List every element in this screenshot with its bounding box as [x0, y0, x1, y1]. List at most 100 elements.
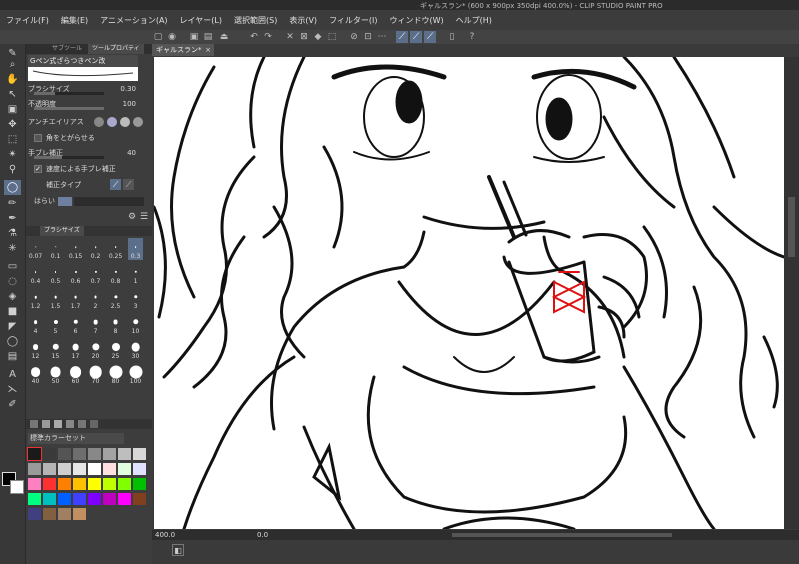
- similar-color-icon[interactable]: [78, 420, 86, 428]
- show-selection-icon[interactable]: ⋯: [376, 31, 388, 43]
- hand-tool-icon[interactable]: ✋: [4, 72, 21, 87]
- brush-size-option[interactable]: 1.7: [68, 288, 83, 310]
- color-swatch[interactable]: [28, 508, 41, 520]
- snap-ruler-icon[interactable]: ⟋: [396, 31, 408, 43]
- color-swatch[interactable]: [88, 478, 101, 490]
- menu-layer[interactable]: レイヤー(L): [180, 15, 222, 26]
- sweep-row[interactable]: はらい: [28, 195, 150, 207]
- brush-size-option[interactable]: 0.4: [28, 263, 43, 285]
- sweep-options[interactable]: [74, 197, 144, 206]
- color-swatch[interactable]: [88, 493, 101, 505]
- eyedropper-icon[interactable]: ⚲: [4, 162, 21, 177]
- open-icon[interactable]: ◉: [166, 31, 178, 43]
- color-swatch[interactable]: [58, 448, 71, 460]
- pen-tool-icon[interactable]: ◯: [4, 180, 21, 195]
- color-swatch[interactable]: [43, 478, 56, 490]
- figure-tool-icon[interactable]: ◤: [4, 319, 21, 334]
- color-swatch[interactable]: [43, 493, 56, 505]
- brush-size-option[interactable]: 40: [28, 363, 43, 385]
- settings-gear-icon[interactable]: ⚙: [128, 212, 138, 222]
- brush-size-option[interactable]: 0.8: [108, 263, 123, 285]
- transform-icon[interactable]: ⬚: [326, 31, 338, 43]
- angle-value[interactable]: 0.0: [257, 531, 268, 539]
- brush-size-option[interactable]: 15: [48, 338, 63, 360]
- brush-size-option[interactable]: 0.2: [88, 238, 103, 260]
- correction-type-b-icon[interactable]: ⟋: [123, 179, 134, 190]
- color-history-icon[interactable]: [90, 420, 98, 428]
- snap-grid-icon[interactable]: ⟋: [424, 31, 436, 43]
- color-swatch[interactable]: [73, 508, 86, 520]
- antialias-row[interactable]: アンチエイリアス: [28, 116, 150, 128]
- fill-tool-icon[interactable]: ◈: [4, 289, 21, 304]
- color-swatch[interactable]: [118, 448, 131, 460]
- tab-brush-size[interactable]: ブラシサイズ: [40, 226, 84, 236]
- help-icon[interactable]: ?: [466, 31, 478, 43]
- intermediate-color-icon[interactable]: [66, 420, 74, 428]
- brush-size-option[interactable]: 8: [108, 313, 123, 335]
- speed-stab-checkbox[interactable]: ✓: [34, 165, 42, 173]
- color-swatch[interactable]: [118, 493, 131, 505]
- color-swatch[interactable]: [43, 463, 56, 475]
- text-tool-icon[interactable]: A: [4, 367, 21, 382]
- brush-size-option[interactable]: 30: [128, 338, 143, 360]
- menu-file[interactable]: ファイル(F): [6, 15, 49, 26]
- zoom-value[interactable]: 400.0: [155, 531, 175, 539]
- speed-stab-row[interactable]: ✓ 速度による手ブレ補正: [28, 163, 150, 175]
- undo-icon[interactable]: ↶: [248, 31, 260, 43]
- menu-view[interactable]: 表示(V): [289, 15, 317, 26]
- color-swatch[interactable]: [103, 448, 116, 460]
- export-icon[interactable]: ⏏: [218, 31, 230, 43]
- color-swatch[interactable]: [27, 447, 42, 461]
- sweep-toggle[interactable]: [58, 197, 72, 206]
- vertical-scrollbar[interactable]: [784, 57, 799, 529]
- color-swatch[interactable]: [133, 478, 146, 490]
- pencil-tool-icon[interactable]: ✏: [4, 196, 21, 211]
- brush-size-option[interactable]: 3: [128, 288, 143, 310]
- redo-icon[interactable]: ↷: [262, 31, 274, 43]
- balloon-tool-icon[interactable]: ⋋: [4, 382, 21, 397]
- brush-tool-icon[interactable]: ✒: [4, 211, 21, 226]
- menu-edit[interactable]: 編集(E): [61, 15, 88, 26]
- antialias-medium-icon[interactable]: [120, 117, 130, 127]
- fill-icon[interactable]: ◆: [312, 31, 324, 43]
- airbrush-tool-icon[interactable]: ⚗: [4, 226, 21, 241]
- snap-special-ruler-icon[interactable]: ⟋: [410, 31, 422, 43]
- color-swatch[interactable]: [103, 493, 116, 505]
- menu-selection[interactable]: 選択範囲(S): [234, 15, 277, 26]
- deselect-icon[interactable]: ⊘: [348, 31, 360, 43]
- brush-size-slider[interactable]: [34, 92, 104, 95]
- brush-size-option[interactable]: 0.25: [108, 238, 123, 260]
- color-wheel-icon[interactable]: [30, 420, 38, 428]
- operation-tool-icon[interactable]: ↖: [4, 87, 21, 102]
- color-swatch[interactable]: [73, 463, 86, 475]
- correction-type-a-icon[interactable]: ⟋: [110, 179, 121, 190]
- color-swatch[interactable]: [43, 448, 56, 460]
- brush-size-option[interactable]: 0.5: [48, 263, 63, 285]
- horizontal-scroll-thumb[interactable]: [452, 533, 672, 537]
- antialias-weak-icon[interactable]: [107, 117, 117, 127]
- color-swatch[interactable]: [58, 493, 71, 505]
- correct-line-tool-icon[interactable]: ✐: [4, 397, 21, 412]
- color-swatch[interactable]: [133, 493, 146, 505]
- brush-size-option[interactable]: 25: [108, 338, 123, 360]
- color-swatch[interactable]: [28, 463, 41, 475]
- brush-size-option[interactable]: 80: [108, 363, 123, 385]
- canvas-tab[interactable]: ギャルスラン* ×: [152, 44, 214, 56]
- color-set-name[interactable]: 標準カラーセット: [28, 433, 124, 444]
- color-swatch[interactable]: [58, 508, 71, 520]
- color-swatch[interactable]: [88, 463, 101, 475]
- sub-color-swatch[interactable]: [10, 480, 24, 494]
- brush-size-option[interactable]: 1.5: [48, 288, 63, 310]
- brush-size-value[interactable]: 0.30: [120, 83, 136, 95]
- brush-size-option[interactable]: 7: [88, 313, 103, 335]
- frame-tool-icon[interactable]: ◯: [4, 334, 21, 349]
- brush-size-option[interactable]: 5: [48, 313, 63, 335]
- brush-size-option[interactable]: 17: [68, 338, 83, 360]
- close-tab-icon[interactable]: ×: [205, 44, 211, 56]
- invert-selection-icon[interactable]: ⊡: [362, 31, 374, 43]
- zoom-tool-icon[interactable]: ⌕: [4, 57, 21, 72]
- brush-size-option[interactable]: 1.2: [28, 288, 43, 310]
- tab-tool-property[interactable]: ツールプロパティ: [88, 44, 144, 54]
- color-swatch[interactable]: [73, 493, 86, 505]
- antialias-none-icon[interactable]: [94, 117, 104, 127]
